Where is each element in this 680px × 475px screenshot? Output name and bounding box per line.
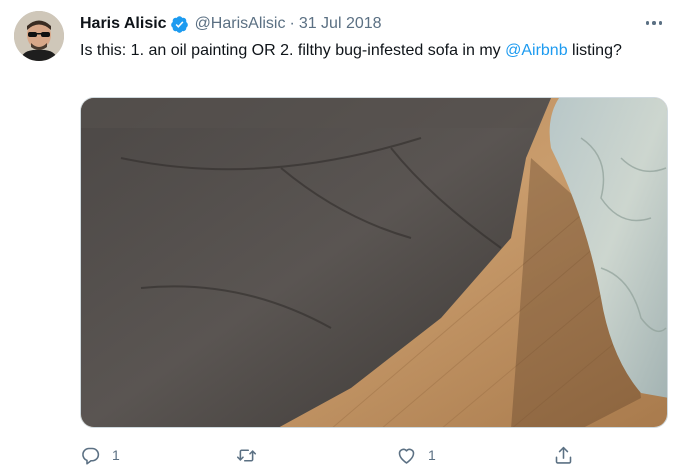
reply-count: 1 xyxy=(112,447,120,463)
tweet-header: Haris Alisic @HarisAlisic · 31 Jul 2018 xyxy=(80,14,382,34)
share-button[interactable] xyxy=(553,443,574,467)
reply-icon xyxy=(82,447,100,465)
like-count: 1 xyxy=(428,447,436,463)
author-handle[interactable]: @HarisAlisic xyxy=(195,15,286,33)
verified-badge-icon xyxy=(170,15,188,33)
tweet-text-part-2: listing? xyxy=(567,42,622,59)
retweet-icon xyxy=(236,448,257,462)
author-name[interactable]: Haris Alisic xyxy=(80,15,167,33)
heart-icon xyxy=(398,448,415,464)
tweet-text-part-1: Is this: 1. an oil painting OR 2. filthy… xyxy=(80,42,506,59)
sofa-photo xyxy=(81,98,667,427)
more-options-icon[interactable] xyxy=(642,13,666,33)
reply-button[interactable]: 1 xyxy=(80,443,120,467)
mention-link[interactable]: @Airbnb xyxy=(505,42,568,59)
retweet-button[interactable] xyxy=(236,443,257,467)
avatar[interactable] xyxy=(14,11,64,61)
tweet-action-bar: 1 1 xyxy=(80,443,580,467)
share-icon xyxy=(555,446,572,464)
tweet-date[interactable]: 31 Jul 2018 xyxy=(299,15,382,33)
tweet-image[interactable] xyxy=(80,97,668,428)
like-button[interactable]: 1 xyxy=(396,443,436,467)
separator: · xyxy=(289,15,295,32)
avatar-photo xyxy=(14,11,64,61)
tweet-text: Is this: 1. an oil painting OR 2. filthy… xyxy=(80,40,640,62)
